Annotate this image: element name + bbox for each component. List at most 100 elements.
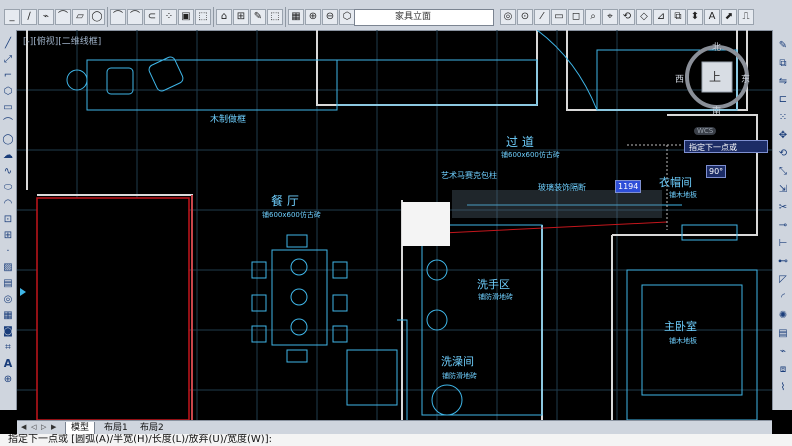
angle-input[interactable]: 90° (706, 165, 727, 178)
hatch-icon[interactable]: ▨ (2, 262, 14, 274)
command-line[interactable]: 指定下一点或 [圆弧(A)/半宽(H)/长度(L)/放弃(U)/宽度(W)]: (0, 434, 792, 446)
polyline-icon[interactable]: ⌐ (2, 70, 14, 82)
toolbar-button-26-icon[interactable]: ⌕ (585, 9, 601, 25)
chamfer-icon[interactable]: ◸ (777, 274, 789, 286)
compass-north[interactable]: 北 (712, 40, 721, 53)
toolbar-button-24-icon[interactable]: ▭ (551, 9, 567, 25)
toolbar-button-7-icon[interactable]: ⌒ (110, 9, 126, 25)
toolbar-button-28-icon[interactable]: ⟲ (619, 9, 635, 25)
toolbar-button-11-icon[interactable]: ▣ (178, 9, 194, 25)
ruler-icon[interactable]: ⌗ (2, 342, 14, 354)
next-tab-icon[interactable]: ▷ (41, 423, 49, 432)
toolbar-button-17-icon[interactable]: ▦ (288, 9, 304, 25)
toolbar-button-1-icon[interactable]: _ (4, 9, 20, 25)
compass-east[interactable]: 东 (741, 72, 750, 85)
table-icon[interactable]: ▦ (2, 310, 14, 322)
gradient-icon[interactable]: ▤ (2, 278, 14, 290)
properties-icon[interactable]: ▤ (777, 328, 789, 340)
toolbar-button-18-icon[interactable]: ⊕ (305, 9, 321, 25)
tab-layout1[interactable]: 布局1 (99, 422, 133, 434)
join-icon[interactable]: ⊷ (777, 256, 789, 268)
viewcube-top-face[interactable]: 上 (709, 68, 721, 85)
toolbar-button-14-icon[interactable]: ⊞ (233, 9, 249, 25)
toolbar-button-35-icon[interactable]: ⎍ (738, 9, 754, 25)
circle-icon[interactable]: ◯ (2, 134, 14, 146)
fillet-icon[interactable]: ◜ (777, 292, 789, 304)
toolbar-button-4-icon[interactable]: ⌒ (55, 9, 71, 25)
toolbar-button-15-icon[interactable]: ✎ (250, 9, 266, 25)
toolbar-button-21-icon[interactable]: ◎ (500, 9, 516, 25)
scale-icon[interactable]: ⤡ (777, 166, 789, 178)
arc-icon[interactable]: ⌒ (2, 118, 14, 130)
last-tab-icon[interactable]: ▶ (51, 423, 59, 432)
toolbar-button-27-icon[interactable]: ⌖ (602, 9, 618, 25)
toolbar-button-2-icon[interactable]: ∕ (21, 9, 37, 25)
polygon-icon[interactable]: ⬡ (2, 86, 14, 98)
toolbar-button-29-icon[interactable]: ◇ (636, 9, 652, 25)
toolbar-separator (213, 7, 214, 27)
ellipse-icon[interactable]: ⬭ (2, 182, 14, 194)
toolbar-button-22-icon[interactable]: ⊙ (517, 9, 533, 25)
move-icon[interactable]: ✥ (777, 130, 789, 142)
rectangle-icon[interactable]: ▭ (2, 102, 14, 114)
compass-south[interactable]: 南 (712, 104, 721, 117)
insert-block-icon[interactable]: ⊡ (2, 214, 14, 226)
trim-icon[interactable]: ✂ (777, 202, 789, 214)
erase-icon[interactable]: ✎ (777, 40, 789, 52)
point-icon[interactable]: · (2, 246, 14, 258)
line-tool-icon[interactable]: ╱ (2, 38, 14, 50)
toolbar-button-9-icon[interactable]: ⊂ (144, 9, 160, 25)
toolbar-button-20-icon[interactable]: ⬡ (339, 9, 355, 25)
stretch-icon[interactable]: ⇲ (777, 184, 789, 196)
mirror-icon[interactable]: ⇋ (777, 76, 789, 88)
toolbar-button-3-icon[interactable]: ⌁ (38, 9, 54, 25)
compass-west[interactable]: 西 (675, 72, 684, 85)
viewport-label[interactable]: [-][俯视][二维线框] (23, 34, 101, 47)
text-tool-icon[interactable]: A (2, 358, 14, 370)
toolbar-button-30-icon[interactable]: ⊿ (653, 9, 669, 25)
break-icon[interactable]: ⊢ (777, 238, 789, 250)
toolbar-button-13-icon[interactable]: ⌂ (216, 9, 232, 25)
construction-line-icon[interactable]: ⤢ (2, 54, 14, 66)
copy-icon[interactable]: ⧉ (777, 58, 789, 70)
distance-icon[interactable]: ⌇ (777, 382, 789, 394)
add-selected-icon[interactable]: ⊕ (2, 374, 14, 386)
camera-icon[interactable]: ◙ (2, 326, 14, 338)
toolbar-button-6-icon[interactable]: ◯ (89, 9, 105, 25)
rotate-icon[interactable]: ⟲ (777, 148, 789, 160)
toolbar-button-32-icon[interactable]: ⬍ (687, 9, 703, 25)
first-tab-icon[interactable]: ◀ (21, 423, 29, 432)
modify-toolbar: ✎ ⧉ ⇋ ⊏ ⁙ ✥ ⟲ ⤡ ⇲ ✂ ⊸ ⊢ ⊷ ◸ ◜ ✺ ▤ ⌁ ⧈ ⌇ (772, 30, 792, 410)
toolbar-button-5-icon[interactable]: ▱ (72, 9, 88, 25)
layer-dropdown[interactable]: 家具立面 (354, 9, 494, 26)
toolbar-button-10-icon[interactable]: ⁘ (161, 9, 177, 25)
make-block-icon[interactable]: ⊞ (2, 230, 14, 242)
prev-tab-icon[interactable]: ◁ (31, 423, 39, 432)
toolbar-button-8-icon[interactable]: ⌒ (127, 9, 143, 25)
revcloud-icon[interactable]: ☁ (2, 150, 14, 162)
toolbar-button-23-icon[interactable]: ⁄ (534, 9, 550, 25)
label-art-glass: 艺术马赛克包柱 (441, 171, 497, 180)
toolbar-button-12-icon[interactable]: ⬚ (195, 9, 211, 25)
toolbar-button-34-icon[interactable]: ⬈ (721, 9, 737, 25)
wcs-menu[interactable]: WCS (694, 127, 717, 135)
extend-icon[interactable]: ⊸ (777, 220, 789, 232)
viewcube[interactable]: 北 南 东 西 上 (671, 38, 763, 117)
offset-icon[interactable]: ⊏ (777, 94, 789, 106)
array-icon[interactable]: ⁙ (777, 112, 789, 124)
ellipse-arc-icon[interactable]: ◠ (2, 198, 14, 210)
toolbar-button-19-icon[interactable]: ⊖ (322, 9, 338, 25)
toolbar-button-25-icon[interactable]: ◻ (568, 9, 584, 25)
spline-icon[interactable]: ∿ (2, 166, 14, 178)
toolbar-button-33-icon[interactable]: A (704, 9, 720, 25)
drawing-canvas[interactable]: [-][俯视][二维线框] 木制做框 过 道 铺600x600仿古砖 艺术马赛克… (17, 30, 772, 420)
toolbar-button-16-icon[interactable]: ⬚ (267, 9, 283, 25)
region-icon[interactable]: ◎ (2, 294, 14, 306)
toolbar-button-31-icon[interactable]: ⧉ (670, 9, 686, 25)
explode-icon[interactable]: ✺ (777, 310, 789, 322)
label-washroom: 洗手区 (477, 278, 510, 291)
length-input[interactable]: 1194 (615, 180, 642, 193)
match-properties-icon[interactable]: ⌁ (777, 346, 789, 358)
tab-layout2[interactable]: 布局2 (135, 422, 169, 434)
layer-icon[interactable]: ⧈ (777, 364, 789, 376)
